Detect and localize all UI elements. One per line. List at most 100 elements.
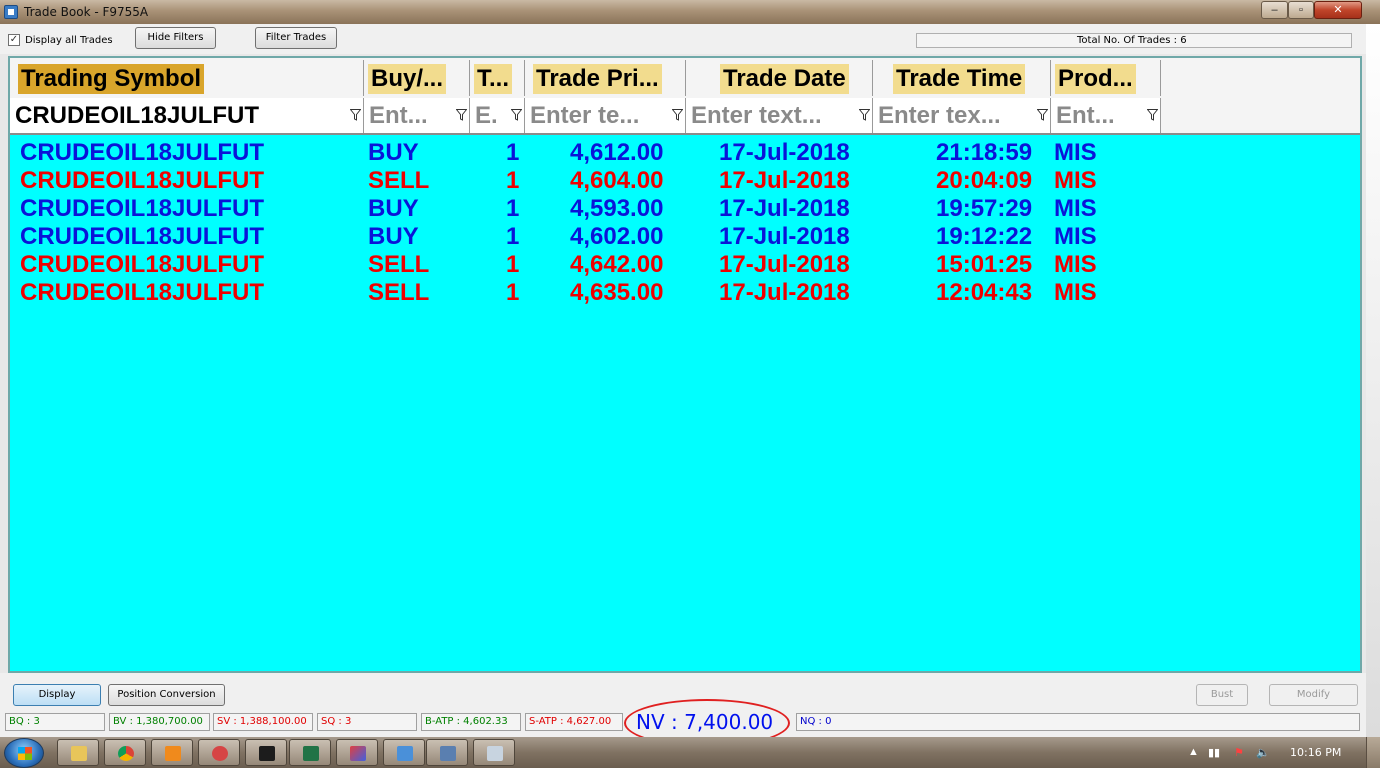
toolbar: ✓ Display all Trades Hide Filters Filter…	[0, 24, 1366, 54]
filter-icon[interactable]	[511, 109, 522, 121]
header-product[interactable]: Prod...	[1051, 60, 1161, 96]
header-label: Trading Symbol	[18, 64, 205, 94]
maximize-button[interactable]: ▫	[1288, 1, 1314, 19]
grid-header: Trading Symbol Buy/... T... Trade Pri...…	[10, 58, 1360, 135]
table-row[interactable]: CRUDEOIL18JULFUT SELL 1 4,642.00 17-Jul-…	[10, 251, 1360, 279]
status-batp: B-ATP : 4,602.33	[421, 713, 521, 731]
volume-icon[interactable]: 🔈	[1256, 746, 1270, 759]
app-icon	[4, 5, 18, 19]
filter-text[interactable]: E.	[475, 101, 498, 131]
cell-price: 4,604.00	[570, 167, 664, 194]
taskbar-triangle-app-icon[interactable]	[336, 739, 378, 766]
header-trade-date[interactable]: Trade Date	[686, 60, 873, 96]
table-row[interactable]: CRUDEOIL18JULFUT BUY 1 4,602.00 17-Jul-2…	[10, 223, 1360, 251]
cell-side: SELL	[368, 279, 430, 306]
filter-trade-qty[interactable]: E.	[470, 98, 525, 133]
cell-product: MIS	[1054, 251, 1097, 278]
taskbar-excel-icon[interactable]	[289, 739, 331, 766]
filter-icon[interactable]	[672, 109, 683, 121]
cell-price: 4,593.00	[570, 195, 664, 222]
display-all-checkbox-wrap[interactable]: ✓ Display all Trades	[8, 34, 113, 47]
filter-product[interactable]: Ent...	[1051, 98, 1161, 133]
cell-time: 15:01:25	[936, 251, 1033, 278]
taskbar-media-player-icon[interactable]	[151, 739, 193, 766]
cell-qty: 1	[506, 279, 520, 306]
status-nq: NQ : 0	[796, 713, 1360, 731]
filter-buy-sell[interactable]: Ent...	[364, 98, 470, 133]
display-all-checkbox[interactable]: ✓	[8, 34, 20, 47]
filter-icon[interactable]	[859, 109, 870, 121]
start-button[interactable]	[4, 738, 44, 768]
taskbar: ▲ ▮▮ ⚑ 🔈 10:16 PM	[0, 737, 1380, 768]
taskbar-calculator-icon[interactable]	[473, 739, 515, 766]
cell-time: 19:57:29	[936, 195, 1033, 222]
header-trade-qty[interactable]: T...	[470, 60, 525, 96]
filter-text[interactable]: Ent...	[1056, 101, 1115, 131]
hide-filters-button[interactable]: Hide Filters	[135, 27, 216, 49]
total-trades-box: Total No. Of Trades : 6	[916, 33, 1352, 48]
cell-qty: 1	[506, 139, 520, 166]
title-bar: Trade Book - F9755A – ▫ ✕	[0, 0, 1380, 24]
filter-text[interactable]: CRUDEOIL18JULFUT	[15, 101, 259, 131]
filter-trade-date[interactable]: Enter text...	[686, 98, 873, 133]
cell-product: MIS	[1054, 139, 1097, 166]
flag-icon[interactable]: ⚑	[1234, 746, 1244, 759]
cell-price: 4,642.00	[570, 251, 664, 278]
filter-trade-time[interactable]: Enter tex...	[873, 98, 1051, 133]
network-icon[interactable]: ▮▮	[1208, 746, 1220, 759]
filter-trading-symbol[interactable]: CRUDEOIL18JULFUT	[10, 98, 364, 133]
status-sv: SV : 1,388,100.00	[213, 713, 313, 731]
header-label: Trade Pri...	[533, 64, 662, 94]
taskbar-window-icon[interactable]	[426, 739, 468, 766]
display-button[interactable]: Display	[13, 684, 101, 706]
taskbar-chart-icon[interactable]	[245, 739, 287, 766]
position-conversion-button[interactable]: Position Conversion	[108, 684, 225, 706]
taskbar-chrome-icon[interactable]	[104, 739, 146, 766]
filter-icon[interactable]	[1147, 109, 1158, 121]
filter-icon[interactable]	[350, 109, 361, 121]
status-satp: S-ATP : 4,627.00	[525, 713, 623, 731]
show-desktop-button[interactable]	[1366, 737, 1380, 768]
filter-text[interactable]: Enter tex...	[878, 101, 1001, 131]
cell-time: 12:04:43	[936, 279, 1033, 306]
table-row[interactable]: CRUDEOIL18JULFUT SELL 1 4,604.00 17-Jul-…	[10, 167, 1360, 195]
filter-trade-price[interactable]: Enter te...	[525, 98, 686, 133]
header-trading-symbol[interactable]: Trading Symbol	[10, 60, 364, 96]
taskbar-app-icon[interactable]	[198, 739, 240, 766]
taskbar-clock[interactable]: 10:16 PM	[1290, 746, 1341, 759]
filter-text[interactable]: Enter text...	[691, 101, 822, 131]
filter-icon[interactable]	[456, 109, 467, 121]
cell-product: MIS	[1054, 195, 1097, 222]
filter-text[interactable]: Ent...	[369, 101, 428, 131]
modify-button[interactable]: Modify	[1269, 684, 1358, 706]
header-trade-price[interactable]: Trade Pri...	[525, 60, 686, 96]
close-button[interactable]: ✕	[1314, 1, 1362, 19]
window-title: Trade Book - F9755A	[24, 5, 149, 19]
table-row[interactable]: CRUDEOIL18JULFUT BUY 1 4,593.00 17-Jul-2…	[10, 195, 1360, 223]
filter-icon[interactable]	[1037, 109, 1048, 121]
header-buy-sell[interactable]: Buy/...	[364, 60, 470, 96]
cell-date: 17-Jul-2018	[719, 167, 850, 194]
cell-symbol: CRUDEOIL18JULFUT	[20, 139, 265, 166]
cell-side: SELL	[368, 251, 430, 278]
header-trade-time[interactable]: Trade Time	[873, 60, 1051, 96]
cell-date: 17-Jul-2018	[719, 251, 850, 278]
cell-symbol: CRUDEOIL18JULFUT	[20, 167, 265, 194]
taskbar-paint-icon[interactable]	[383, 739, 425, 766]
minimize-button[interactable]: –	[1261, 1, 1288, 19]
cell-date: 17-Jul-2018	[719, 223, 850, 250]
cell-qty: 1	[506, 195, 520, 222]
taskbar-explorer-icon[interactable]	[57, 739, 99, 766]
filter-trades-button[interactable]: Filter Trades	[255, 27, 337, 49]
tray-arrow-icon[interactable]: ▲	[1188, 746, 1199, 758]
cell-date: 17-Jul-2018	[719, 139, 850, 166]
cell-product: MIS	[1054, 279, 1097, 306]
bust-button[interactable]: Bust	[1196, 684, 1248, 706]
filter-text[interactable]: Enter te...	[530, 101, 639, 131]
cell-price: 4,612.00	[570, 139, 664, 166]
table-row[interactable]: CRUDEOIL18JULFUT SELL 1 4,635.00 17-Jul-…	[10, 279, 1360, 307]
header-label: Prod...	[1055, 64, 1136, 94]
cell-product: MIS	[1054, 167, 1097, 194]
table-row[interactable]: CRUDEOIL18JULFUT BUY 1 4,612.00 17-Jul-2…	[10, 139, 1360, 167]
status-bv: BV : 1,380,700.00	[109, 713, 210, 731]
